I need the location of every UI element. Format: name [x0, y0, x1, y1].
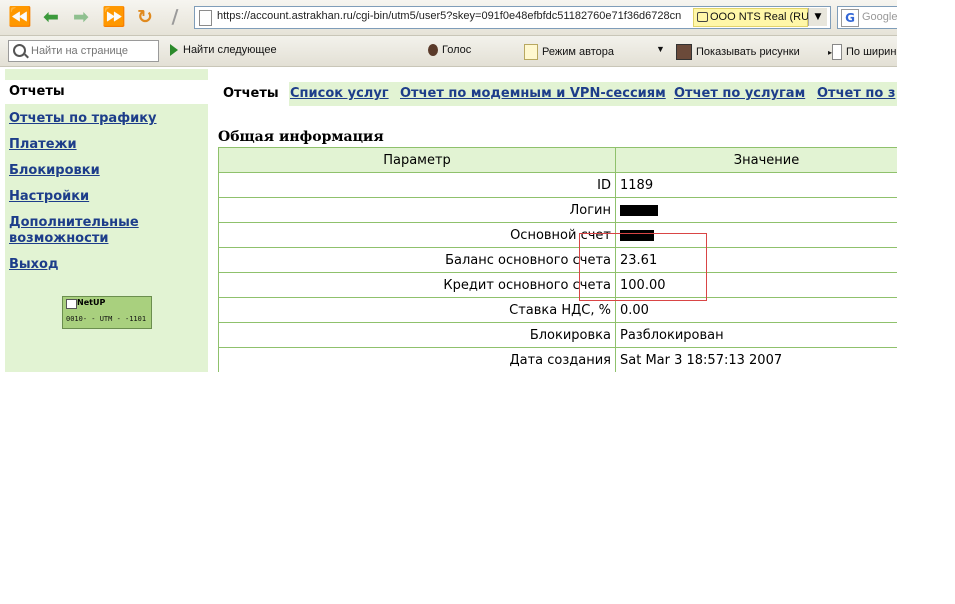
- sidebar-item-traffic-reports[interactable]: Отчеты по трафику: [9, 111, 157, 126]
- author-mode-dropdown-icon[interactable]: ▼: [656, 44, 665, 54]
- redaction-mark: [620, 204, 658, 216]
- highlight-box: [579, 233, 707, 301]
- sidebar: Отчеты Отчеты по трафику Платежи Блокиро…: [5, 69, 208, 372]
- find-next-button[interactable]: Найти следующее: [170, 44, 277, 57]
- voice-button[interactable]: Голос: [428, 44, 472, 57]
- param-value: [615, 197, 897, 223]
- search-box[interactable]: G Google: [837, 6, 897, 29]
- sidebar-item-settings[interactable]: Настройки: [9, 189, 89, 204]
- find-box[interactable]: [8, 40, 159, 62]
- table-row: Баланс основного счета 23.61: [218, 247, 897, 273]
- site-identity-badge[interactable]: OOO NTS Real (RU): [693, 8, 813, 27]
- param-value: Sat Mar 3 18:57:13 2007: [615, 347, 897, 372]
- author-mode-button[interactable]: Режим автора: [524, 44, 614, 60]
- sidebar-item-reports[interactable]: Отчеты: [9, 84, 65, 99]
- find-next-label: Найти следующее: [183, 44, 277, 56]
- edit-icon[interactable]: ∕: [164, 6, 186, 28]
- param-name: Основной счет: [218, 222, 616, 248]
- search-placeholder: Google: [862, 11, 897, 23]
- table-row: Блокировка Разблокирован: [218, 322, 897, 348]
- general-info-table: Параметр Значение ID 1189 Логин Основной…: [218, 147, 897, 372]
- param-value: Разблокирован: [615, 322, 897, 348]
- table-row: Кредит основного счета 100.00: [218, 272, 897, 298]
- show-images-label: Показывать рисунки: [696, 45, 800, 58]
- table-row: Основной счет: [218, 222, 897, 248]
- tab-modem-vpn-report[interactable]: Отчет по модемным и VPN-сессиям: [400, 86, 666, 101]
- netup-utm-logo: NetUP 0010- - UTM - -1101: [62, 296, 152, 329]
- document-icon: [524, 44, 538, 60]
- param-name: Дата создания: [218, 347, 616, 372]
- param-name: ID: [218, 172, 616, 198]
- fast-forward-icon[interactable]: ⏩: [102, 6, 126, 28]
- screenshot: ⏪ ⬅ ➡ ⏩ ↻ ∕ https://account.astrakhan.ru…: [0, 0, 897, 372]
- voice-label: Голос: [442, 44, 472, 56]
- tab-report-cut[interactable]: Отчет по з: [817, 86, 895, 101]
- rewind-icon[interactable]: ⏪: [8, 6, 32, 28]
- fit-width-button[interactable]: ▸ По ширин: [828, 44, 896, 60]
- lock-icon: [697, 12, 708, 23]
- logo-box: [66, 299, 77, 309]
- tab-services-report[interactable]: Отчет по услугам: [674, 86, 805, 101]
- section-title: Общая информация: [218, 129, 384, 145]
- author-mode-label: Режим автора: [542, 45, 614, 58]
- find-input[interactable]: [31, 43, 155, 58]
- column-header-value: Значение: [615, 147, 897, 173]
- back-icon[interactable]: ⬅: [40, 6, 62, 28]
- table-row: Ставка НДС, % 0.00: [218, 297, 897, 323]
- param-value: 1189: [615, 172, 897, 198]
- fit-width-label: По ширин: [846, 45, 897, 58]
- param-name: Баланс основного счета: [218, 247, 616, 273]
- page-width-icon: [832, 44, 843, 60]
- report-tabs: Отчеты Список услуг Отчет по модемным и …: [218, 82, 897, 106]
- sidebar-item-payments[interactable]: Платежи: [9, 137, 77, 152]
- url-dropdown-button[interactable]: ▼: [808, 8, 827, 26]
- image-icon: [676, 44, 692, 60]
- show-images-button[interactable]: Показывать рисунки: [676, 44, 800, 60]
- sidebar-item-blocks[interactable]: Блокировки: [9, 163, 100, 178]
- param-name: Кредит основного счета: [218, 272, 616, 298]
- google-icon: G: [841, 9, 859, 27]
- param-value: 0.00: [615, 297, 897, 323]
- identity-text: OOO NTS Real (RU): [710, 11, 813, 23]
- forward-icon[interactable]: ➡: [70, 6, 92, 28]
- microphone-icon: [428, 44, 438, 57]
- address-bar[interactable]: https://account.astrakhan.ru/cgi-bin/utm…: [194, 6, 831, 29]
- table-row: ID 1189: [218, 172, 897, 198]
- find-toolbar: Найти следующее Голос Режим автора ▼ Пок…: [0, 36, 897, 67]
- navigation-toolbar: ⏪ ⬅ ➡ ⏩ ↻ ∕ https://account.astrakhan.ru…: [0, 0, 897, 36]
- logo-code: 0010- - UTM - -1101: [66, 315, 147, 323]
- sidebar-item-logout[interactable]: Выход: [9, 257, 58, 272]
- page-icon: [199, 10, 212, 26]
- tab-reports[interactable]: Отчеты: [218, 82, 289, 106]
- search-icon: [13, 44, 26, 57]
- table-row: Логин: [218, 197, 897, 223]
- param-name: Ставка НДС, %: [218, 297, 616, 323]
- sidebar-item-extra-features[interactable]: Дополнительные возможности: [9, 215, 159, 247]
- logo-brand: NetUP: [77, 298, 106, 307]
- param-name: Логин: [218, 197, 616, 223]
- param-name: Блокировка: [218, 322, 616, 348]
- reload-icon[interactable]: ↻: [134, 6, 156, 28]
- tab-services-list[interactable]: Список услуг: [290, 86, 389, 101]
- column-header-parameter: Параметр: [218, 147, 616, 173]
- table-header-row: Параметр Значение: [218, 147, 897, 173]
- table-row: Дата создания Sat Mar 3 18:57:13 2007: [218, 347, 897, 372]
- play-icon: [170, 44, 178, 57]
